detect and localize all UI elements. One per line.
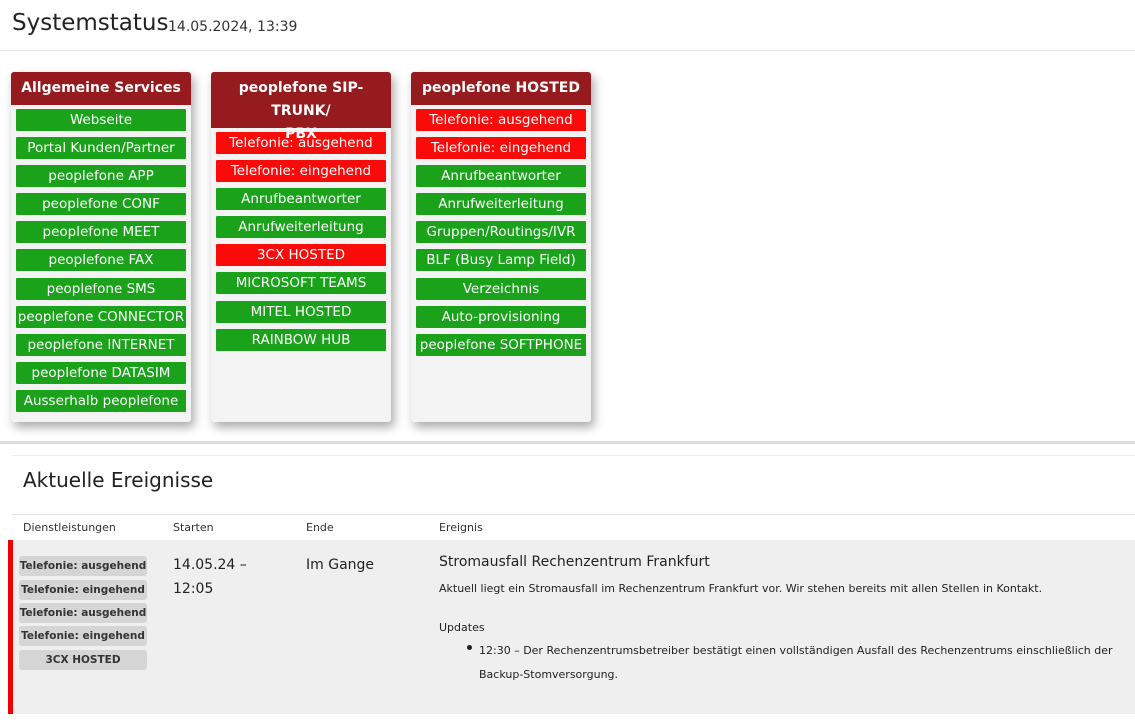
service-status: peoplefone INTERNET [16, 333, 186, 356]
card-title: Allgemeine Services [11, 72, 191, 105]
service-status: Telefonie: eingehend [216, 160, 386, 183]
affected-service-tag: Telefonie: eingehend [19, 580, 147, 600]
event-start-time: 12:05 [173, 581, 214, 597]
service-status: peoplefone CONF [16, 193, 186, 216]
bullet-icon [467, 645, 472, 650]
service-status: peoplefone SOFTPHONE [416, 333, 586, 356]
service-status: peoplefone SMS [16, 277, 186, 300]
service-status: Ausserhalb peoplefone [16, 389, 186, 412]
service-status: peoplefone MEET [16, 221, 186, 244]
service-status: Auto-provisioning [416, 305, 586, 328]
column-header-dienstleistungen: Dienstleistungen [23, 521, 116, 534]
service-list: Telefonie: ausgehend Telefonie: eingehen… [411, 105, 591, 356]
page-header: Systemstatus 14.05.2024, 13:39 [0, 0, 1135, 51]
column-header-ende: Ende [306, 521, 334, 534]
section-divider [12, 455, 1135, 456]
event-start: 14.05.24 – 12:05 [173, 553, 283, 601]
affected-service-tag: 3CX HOSTED [19, 650, 147, 670]
service-status: Telefonie: ausgehend [416, 109, 586, 131]
events-divider [12, 514, 1135, 515]
section-divider [0, 441, 1135, 444]
service-status: Telefonie: ausgehend [216, 132, 386, 154]
service-status: Anrufweiterleitung [416, 193, 586, 216]
service-list: Telefonie: ausgehend Telefonie: eingehen… [211, 128, 391, 351]
card-title: peoplefone HOSTED [411, 72, 591, 105]
event-end: Im Gange [306, 557, 375, 573]
service-status: peoplefone APP [16, 165, 186, 188]
page-title: Systemstatus [12, 10, 169, 36]
update-item: 12:30 – Der Rechenzentrumsbetreiber best… [479, 644, 1113, 681]
service-status: MITEL HOSTED [216, 300, 386, 323]
event-start-date: 14.05.24 – [173, 557, 247, 573]
service-status: Portal Kunden/Partner [16, 137, 186, 160]
affected-service-tag: Telefonie: ausgehend [19, 603, 147, 623]
service-status: peoplefone CONNECTOR [16, 305, 186, 328]
event-title: Stromausfall Rechenzentrum Frankfurt [439, 554, 710, 570]
service-list: Webseite Portal Kunden/Partner peoplefon… [11, 105, 191, 412]
service-status: Gruppen/Routings/IVR [416, 221, 586, 244]
service-status: 3CX HOSTED [216, 244, 386, 267]
status-timestamp: 14.05.2024, 13:39 [168, 19, 298, 35]
card-title: peoplefone SIP-TRUNK/ PBX [211, 72, 391, 142]
service-status: peoplefone DATASIM [16, 361, 186, 384]
service-status: RAINBOW HUB [216, 328, 386, 351]
column-header-ereignis: Ereignis [439, 521, 483, 534]
service-status: Verzeichnis [416, 277, 586, 300]
service-status: Anrufbeantworter [416, 165, 586, 188]
affected-service-tag: Telefonie: eingehend [19, 626, 147, 646]
service-status: MICROSOFT TEAMS [216, 272, 386, 295]
card-allgemeine-services: Allgemeine Services Webseite Portal Kund… [11, 72, 191, 422]
service-status: BLF (Busy Lamp Field) [416, 249, 586, 272]
card-peoplefone-hosted: peoplefone HOSTED Telefonie: ausgehend T… [411, 72, 591, 422]
card-title-line: peoplefone SIP-TRUNK/ [238, 80, 364, 119]
service-status: Anrufbeantworter [216, 188, 386, 211]
events-title: Aktuelle Ereignisse [23, 468, 214, 492]
service-status: Webseite [16, 109, 186, 131]
affected-service-tag: Telefonie: ausgehend [19, 556, 147, 576]
event-row: Telefonie: ausgehend Telefonie: eingehen… [8, 540, 1135, 714]
card-sip-trunk-pbx: peoplefone SIP-TRUNK/ PBX Telefonie: aus… [211, 72, 391, 422]
column-header-starten: Starten [173, 521, 214, 534]
service-status: Anrufweiterleitung [216, 216, 386, 239]
service-status: Telefonie: eingehend [416, 137, 586, 160]
service-status: peoplefone FAX [16, 249, 186, 272]
updates-label: Updates [439, 621, 485, 634]
event-description: Aktuell liegt ein Stromausfall im Rechen… [439, 582, 1043, 595]
